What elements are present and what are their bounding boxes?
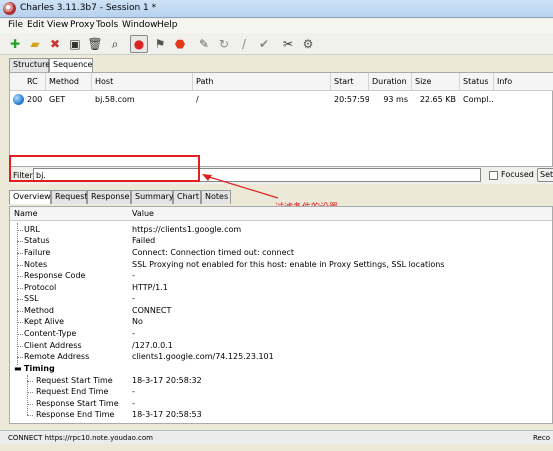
status-bar: CONNECT https://rpc10.note.youdao.com Re… [0,430,553,444]
tab-notes[interactable]: Notes [201,190,231,204]
list-item[interactable]: Remote Address clients1.google.com/74.125… [10,352,552,363]
overview-panel: Name Value URL https://clients1.google.co… [9,206,553,424]
col-duration[interactable]: Duration [369,73,412,91]
col-path[interactable]: Path [193,73,331,91]
close-session-icon[interactable]: ✖ [46,35,64,53]
cell-status: Compl... [463,95,494,104]
open-icon[interactable]: ▰ [26,35,44,53]
cell-rc: 200 [27,95,43,104]
cell-duration: 93 ms [383,95,408,104]
tools-icon[interactable]: ✂ [279,35,297,53]
repeat-icon[interactable]: ↻ [215,35,233,53]
cell-info [494,92,553,107]
edit-icon[interactable]: ✎ [195,35,213,53]
tab-request[interactable]: Request [51,190,88,204]
validate-icon[interactable]: ✔ [255,35,273,53]
cell-size: 22.65 KB [419,95,456,104]
menu-bar: File Edit View Proxy Tools Window Help [0,19,553,33]
list-item[interactable]: Method CONNECT [10,306,552,317]
globe-icon [13,94,24,105]
tab-response[interactable]: Response [87,190,131,204]
tab-overview[interactable]: Overview [9,190,51,204]
col-host[interactable]: Host [92,73,193,91]
tab-chart[interactable]: Chart [173,190,201,204]
table-row[interactable]: 200 GET bj.58.com / 20:57:59 93 ms 22.65… [10,92,553,107]
status-text: CONNECT https://rpc10.note.youdao.com [8,434,154,442]
list-item[interactable]: Kept Alive No [10,317,552,328]
menu-view[interactable]: View [47,20,68,30]
list-item[interactable]: Request Start Time 18-3-17 20:58:32 [10,376,552,387]
cell-host: bj.58.com [95,95,135,104]
list-item[interactable]: Status Failed [10,236,552,247]
col-start[interactable]: Start [331,73,369,91]
tab-summary[interactable]: Summary [131,190,174,204]
focused-label: Focused [501,170,534,179]
list-item[interactable]: Request End Time - [10,387,552,398]
overview-header: Name Value [10,207,552,221]
tab-structure[interactable]: Structure [9,58,50,72]
window-title: Charles 3.11.3b7 - Session 1 * [20,3,157,13]
menu-tools[interactable]: Tools [96,20,118,30]
name-column-header[interactable]: Name [14,209,38,218]
annotation-highlight-box [9,155,200,182]
list-item[interactable]: Protocol HTTP/1.1 [10,283,552,294]
menu-file[interactable]: File [8,20,23,30]
title-bar: Charles 3.11.3b7 - Session 1 * [0,0,553,18]
stop-icon[interactable]: ⬣ [171,35,189,53]
col-info[interactable]: Info [494,73,553,91]
cell-path: / [196,95,199,104]
toolbar: ✚ ▰ ✖ ▣ 🗑 ⌕ ● ⚑ ⬣ ✎ ↻ / ✔ ✂ ⚙ [0,33,553,55]
menu-edit[interactable]: Edit [27,20,44,30]
find-icon[interactable]: ⌕ [106,35,124,53]
cell-start: 20:57:59 [334,95,369,104]
menu-proxy[interactable]: Proxy [70,20,95,30]
col-method[interactable]: Method [46,73,92,91]
list-item[interactable]: Failure Connect: Connection timed out: co… [10,248,552,259]
list-item[interactable]: Client Address/127.0.0.1 [10,341,552,352]
trash-icon[interactable]: 🗑 [86,35,104,53]
list-item[interactable]: Notes SSL Proxying not enabled for this h… [10,260,552,271]
compose-icon[interactable]: / [235,35,253,53]
charles-app-icon [3,2,16,15]
list-item[interactable]: SSL - [10,294,552,305]
menu-help[interactable]: Help [157,20,178,30]
new-session-icon[interactable]: ✚ [6,35,24,53]
menu-window[interactable]: Window [122,20,158,30]
col-rc[interactable]: RC [24,73,46,91]
record-icon[interactable]: ● [130,35,148,53]
collapse-icon[interactable]: ▬ [14,364,22,373]
focused-checkbox[interactable] [489,171,498,180]
list-item[interactable]: Content-Type - [10,329,552,340]
cell-method: GET [49,95,66,104]
table-header: RC Method Host Path Start Duration Size … [10,73,553,91]
record-status: Reco [533,434,550,442]
filter-settings-button[interactable]: Settings [537,168,553,182]
save-icon[interactable]: ▣ [66,35,84,53]
col-status[interactable]: Status [460,73,494,91]
col-size[interactable]: Size [412,73,460,91]
list-item[interactable]: URL https://clients1.google.com [10,225,552,236]
list-item[interactable]: Response End Time 18-3-17 20:58:53 [10,410,552,421]
throttle-icon[interactable]: ⚑ [151,35,169,53]
list-item[interactable]: Response Start Time - [10,399,552,410]
list-item[interactable]: Response Code - [10,271,552,282]
value-column-header[interactable]: Value [132,209,154,218]
tab-sequence[interactable]: Sequence [49,58,93,72]
sequence-table: RC Method Host Path Start Duration Size … [9,72,553,167]
timing-section[interactable]: ▬ Timing [10,364,552,375]
settings-icon[interactable]: ⚙ [299,35,317,53]
